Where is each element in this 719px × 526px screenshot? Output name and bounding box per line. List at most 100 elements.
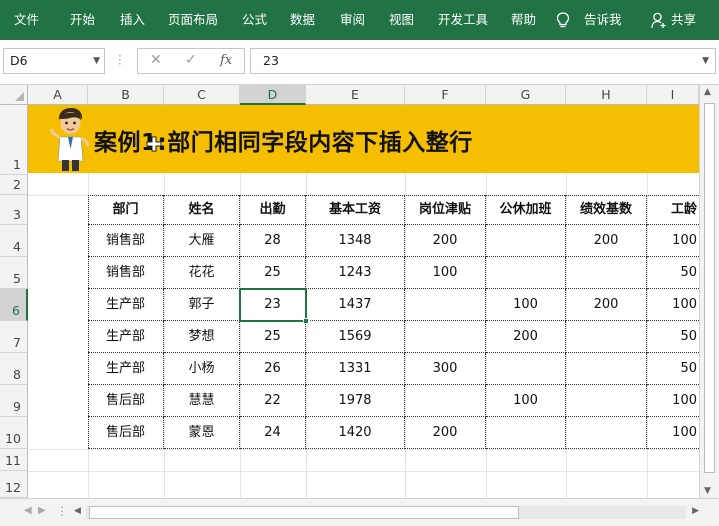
row-header-10[interactable]: 10 bbox=[0, 417, 28, 449]
table-cell-performance-base[interactable] bbox=[566, 257, 647, 289]
scroll-left-arrow-icon[interactable]: ◀ bbox=[74, 506, 81, 516]
column-header-g[interactable]: G bbox=[486, 85, 566, 105]
row-header-7[interactable]: 7 bbox=[0, 321, 28, 353]
table-cell-attendance[interactable]: 25 bbox=[240, 321, 306, 353]
prev-sheet-icon[interactable]: ◀ bbox=[24, 505, 32, 516]
horizontal-scrollbar[interactable]: ◀ ▶ bbox=[74, 506, 699, 520]
table-cell-performance-base[interactable]: 200 bbox=[566, 289, 647, 321]
table-cell-attendance[interactable]: 28 bbox=[240, 225, 306, 257]
row-header-12[interactable]: 12 bbox=[0, 471, 28, 498]
table-cell-overtime[interactable]: 100 bbox=[486, 289, 566, 321]
expand-formula-icon[interactable]: ▼ bbox=[702, 56, 709, 66]
column-header-b[interactable]: B bbox=[88, 85, 164, 105]
column-header-d[interactable]: D bbox=[240, 85, 306, 105]
table-cell-base-salary[interactable]: 1978 bbox=[306, 385, 405, 417]
table-cell-performance-base[interactable] bbox=[566, 353, 647, 385]
splitter-handle[interactable]: · · · bbox=[118, 50, 122, 70]
table-cell-seniority[interactable]: 100 bbox=[647, 289, 699, 321]
row-header-3[interactable]: 3 bbox=[0, 195, 28, 225]
row-header-5[interactable]: 5 bbox=[0, 257, 28, 289]
table-cell-name[interactable]: 慧慧 bbox=[164, 385, 240, 417]
tab-review[interactable]: 审阅 bbox=[340, 0, 365, 40]
table-cell-department[interactable]: 售后部 bbox=[88, 385, 164, 417]
table-cell-seniority[interactable]: 100 bbox=[647, 417, 699, 449]
share-button[interactable]: 共享 bbox=[671, 0, 696, 40]
table-cell-name[interactable]: 花花 bbox=[164, 257, 240, 289]
table-header-performance-base[interactable]: 绩效基数 bbox=[566, 195, 647, 225]
row-header-9[interactable]: 9 bbox=[0, 385, 28, 417]
more-sheets-icon[interactable]: ⋮ bbox=[56, 504, 68, 518]
row-header-6[interactable]: 6 bbox=[0, 289, 28, 321]
tell-me-button[interactable]: 告诉我 bbox=[584, 0, 622, 40]
column-header-c[interactable]: C bbox=[164, 85, 240, 105]
column-header-e[interactable]: E bbox=[306, 85, 405, 105]
table-cell-performance-base[interactable]: 200 bbox=[566, 225, 647, 257]
table-cell-name[interactable]: 梦想 bbox=[164, 321, 240, 353]
table-cell-department[interactable]: 销售部 bbox=[88, 225, 164, 257]
table-cell-base-salary[interactable]: 1348 bbox=[306, 225, 405, 257]
table-header-attendance[interactable]: 出勤 bbox=[240, 195, 306, 225]
table-cell-name[interactable]: 郭子 bbox=[164, 289, 240, 321]
scroll-up-arrow-icon[interactable]: ▲ bbox=[704, 87, 711, 97]
tab-formulas[interactable]: 公式 bbox=[242, 0, 267, 40]
table-cell-department[interactable]: 销售部 bbox=[88, 257, 164, 289]
table-header-name[interactable]: 姓名 bbox=[164, 195, 240, 225]
table-cell-name[interactable]: 小杨 bbox=[164, 353, 240, 385]
tab-insert[interactable]: 插入 bbox=[120, 0, 145, 40]
table-cell-name[interactable]: 蒙恩 bbox=[164, 417, 240, 449]
tab-data[interactable]: 数据 bbox=[290, 0, 315, 40]
formula-input[interactable]: 23 ▼ bbox=[250, 48, 716, 74]
table-cell-post-allowance[interactable] bbox=[405, 289, 486, 321]
table-cell-attendance[interactable]: 24 bbox=[240, 417, 306, 449]
fill-handle[interactable] bbox=[303, 318, 309, 324]
horizontal-scroll-thumb[interactable] bbox=[89, 506, 519, 519]
tab-page-layout[interactable]: 页面布局 bbox=[168, 0, 218, 40]
table-cell-base-salary[interactable]: 1243 bbox=[306, 257, 405, 289]
row-header-11[interactable]: 11 bbox=[0, 449, 28, 471]
column-header-i[interactable]: I bbox=[647, 85, 699, 105]
tab-file[interactable]: 文件 bbox=[14, 0, 39, 40]
table-cell-attendance[interactable]: 25 bbox=[240, 257, 306, 289]
tab-view[interactable]: 视图 bbox=[389, 0, 414, 40]
column-header-f[interactable]: F bbox=[405, 85, 486, 105]
row-header-4[interactable]: 4 bbox=[0, 225, 28, 257]
table-cell-post-allowance[interactable]: 100 bbox=[405, 257, 486, 289]
table-cell-base-salary[interactable]: 1569 bbox=[306, 321, 405, 353]
table-cell-base-salary[interactable]: 1437 bbox=[306, 289, 405, 321]
table-cell-performance-base[interactable] bbox=[566, 417, 647, 449]
table-header-post-allowance[interactable]: 岗位津贴 bbox=[405, 195, 486, 225]
table-cell-overtime[interactable] bbox=[486, 225, 566, 257]
table-cell-department[interactable]: 生产部 bbox=[88, 289, 164, 321]
table-cell-performance-base[interactable] bbox=[566, 385, 647, 417]
table-cell-performance-base[interactable] bbox=[566, 321, 647, 353]
table-cell-base-salary[interactable]: 1331 bbox=[306, 353, 405, 385]
tab-help[interactable]: 帮助 bbox=[511, 0, 536, 40]
name-box[interactable]: D6 ▼ bbox=[3, 48, 105, 74]
table-cell-post-allowance[interactable] bbox=[405, 321, 486, 353]
chevron-down-icon[interactable]: ▼ bbox=[93, 56, 100, 66]
table-cell-department[interactable]: 生产部 bbox=[88, 353, 164, 385]
table-cell-attendance[interactable]: 26 bbox=[240, 353, 306, 385]
table-cell-attendance[interactable]: 22 bbox=[240, 385, 306, 417]
table-cell-overtime[interactable]: 100 bbox=[486, 385, 566, 417]
row-header-1[interactable]: 1 bbox=[0, 105, 28, 175]
table-cell-department[interactable]: 售后部 bbox=[88, 417, 164, 449]
tab-home[interactable]: 开始 bbox=[70, 0, 95, 40]
select-all-button[interactable] bbox=[0, 85, 28, 105]
table-cell-post-allowance[interactable]: 200 bbox=[405, 225, 486, 257]
table-cell-name[interactable]: 大雁 bbox=[164, 225, 240, 257]
table-header-department[interactable]: 部门 bbox=[88, 195, 164, 225]
table-cell-overtime[interactable] bbox=[486, 353, 566, 385]
table-header-seniority[interactable]: 工龄 bbox=[647, 195, 699, 225]
tab-developer[interactable]: 开发工具 bbox=[438, 0, 488, 40]
enter-icon[interactable]: ✓ bbox=[185, 52, 197, 68]
table-header-overtime[interactable]: 公休加班 bbox=[486, 195, 566, 225]
insert-function-icon[interactable]: fx bbox=[220, 53, 232, 68]
active-cell-d6[interactable] bbox=[239, 288, 309, 324]
table-cell-department[interactable]: 生产部 bbox=[88, 321, 164, 353]
column-header-h[interactable]: H bbox=[566, 85, 647, 105]
table-cell-overtime[interactable]: 200 bbox=[486, 321, 566, 353]
table-cell-seniority[interactable]: 50 bbox=[647, 257, 699, 289]
row-header-8[interactable]: 8 bbox=[0, 353, 28, 385]
vertical-scroll-thumb[interactable] bbox=[704, 103, 715, 473]
